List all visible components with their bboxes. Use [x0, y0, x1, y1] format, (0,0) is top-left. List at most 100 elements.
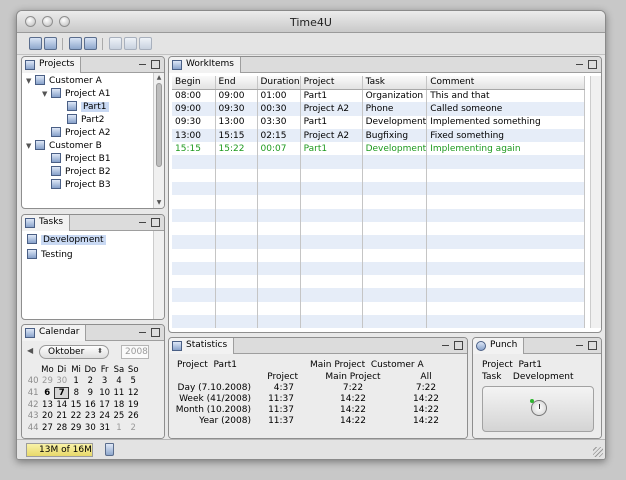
scroll-up-icon[interactable]: ▲: [155, 74, 163, 82]
calendar-day[interactable]: 29: [40, 376, 54, 388]
calendar-day[interactable]: 8: [69, 387, 83, 399]
tab-tasks[interactable]: Tasks: [22, 215, 71, 231]
column-header-task[interactable]: Task: [362, 76, 428, 90]
tree-item-project-a1[interactable]: ▼ Project A1: [42, 88, 111, 101]
calendar-day[interactable]: 16: [83, 399, 97, 411]
task-item-testing[interactable]: Testing: [27, 249, 73, 262]
calendar-day[interactable]: 6: [40, 387, 54, 399]
calendar-day[interactable]: 11: [112, 387, 126, 399]
minimize-panel-icon[interactable]: [441, 341, 450, 350]
new-task-icon[interactable]: [69, 37, 82, 50]
table-row[interactable]: 15:15 15:22 00:07 Part1 Development Implement…: [172, 142, 585, 156]
calendar-day[interactable]: 20: [40, 410, 54, 422]
calendar-day[interactable]: 2: [83, 376, 97, 388]
calendar-day[interactable]: 25: [112, 410, 126, 422]
calendar-day[interactable]: 19: [126, 399, 140, 411]
minimize-panel-icon[interactable]: [575, 60, 584, 69]
column-header-comment[interactable]: Comment: [426, 76, 585, 90]
punch-button[interactable]: [482, 386, 594, 432]
column-header-end[interactable]: End: [215, 76, 258, 90]
table-row[interactable]: 09:00 09:30 00:30 Project A2 Phone Called som…: [172, 102, 585, 116]
calendar-day[interactable]: 21: [55, 410, 69, 422]
calendar-day[interactable]: 23: [83, 410, 97, 422]
tab-calendar[interactable]: Calendar: [22, 325, 87, 341]
task-item-development[interactable]: Development: [27, 234, 106, 247]
projects-scrollbar[interactable]: ▲ ▼: [153, 73, 164, 208]
column-header-project[interactable]: Project: [300, 76, 363, 90]
new-workitem-icon[interactable]: [109, 37, 122, 50]
edit-workitem-icon[interactable]: [124, 37, 137, 50]
tree-item-part2[interactable]: Part2: [58, 114, 105, 127]
column-header-begin[interactable]: Begin: [172, 76, 216, 90]
calendar-day[interactable]: 14: [55, 399, 69, 411]
month-select[interactable]: Oktober ⬍: [39, 345, 109, 359]
calendar-day[interactable]: 31: [97, 422, 111, 434]
calendar-day[interactable]: 9: [83, 387, 97, 399]
calendar-day[interactable]: 12: [126, 387, 140, 399]
calendar-day[interactable]: 1: [112, 422, 126, 434]
garbage-collect-icon[interactable]: [105, 443, 114, 456]
calendar-day[interactable]: 4: [112, 376, 126, 388]
new-customer-icon[interactable]: [29, 37, 42, 50]
expand-triangle-icon[interactable]: ▼: [26, 142, 35, 150]
tree-item-part1[interactable]: Part1: [58, 101, 109, 114]
calendar-day[interactable]: 18: [112, 399, 126, 411]
calendar-day[interactable]: 22: [69, 410, 83, 422]
calendar-day[interactable]: 5: [126, 376, 140, 388]
maximize-panel-icon[interactable]: [151, 218, 160, 227]
tree-item-project-a2[interactable]: Project A2: [42, 127, 111, 140]
calendar-day[interactable]: 24: [97, 410, 111, 422]
calendar-day[interactable]: 3: [97, 376, 111, 388]
scroll-down-icon[interactable]: ▼: [155, 199, 163, 207]
table-row[interactable]: 08:00 09:00 01:00 Part1 Organization This and…: [172, 89, 585, 103]
maximize-panel-icon[interactable]: [454, 341, 463, 350]
tree-item-customer-b[interactable]: ▼ Customer B: [26, 140, 102, 153]
calendar-day[interactable]: 26: [126, 410, 140, 422]
stat-row-label: Month (10.2008): [175, 405, 251, 415]
tree-item-project-b3[interactable]: Project B3: [42, 179, 111, 192]
delete-workitem-icon[interactable]: [139, 37, 152, 50]
calendar-day[interactable]: 30: [55, 376, 69, 388]
edit-task-icon[interactable]: [84, 37, 97, 50]
calendar-day-selected[interactable]: 7: [54, 386, 70, 400]
expand-triangle-icon[interactable]: ▼: [42, 90, 51, 98]
maximize-panel-icon[interactable]: [151, 60, 160, 69]
table-row[interactable]: 13:00 15:15 02:15 Project A2 Bugfixing Fixed …: [172, 128, 585, 143]
maximize-panel-icon[interactable]: [588, 60, 597, 69]
calendar-day[interactable]: 29: [69, 422, 83, 434]
minimize-panel-icon[interactable]: [575, 341, 584, 350]
tree-item-customer-a[interactable]: ▼ Customer A: [26, 75, 102, 88]
calendar-day[interactable]: 27: [40, 422, 54, 434]
tree-item-project-b2[interactable]: Project B2: [42, 166, 111, 179]
calendar-day[interactable]: 30: [83, 422, 97, 434]
tree-item-project-b1[interactable]: Project B1: [42, 153, 111, 166]
tab-projects[interactable]: Projects: [22, 57, 82, 73]
calendar-day[interactable]: 2: [126, 422, 140, 434]
tasks-scrollbar[interactable]: [153, 231, 164, 319]
minimize-panel-icon[interactable]: [138, 60, 147, 69]
minimize-panel-icon[interactable]: [138, 328, 147, 337]
calendar-day[interactable]: 15: [69, 399, 83, 411]
resize-grip[interactable]: [593, 447, 603, 457]
calendar-day[interactable]: 1: [69, 376, 83, 388]
calendar-day[interactable]: 13: [40, 399, 54, 411]
tab-punch[interactable]: Punch: [473, 338, 525, 354]
maximize-panel-icon[interactable]: [151, 328, 160, 337]
column-header-duration[interactable]: Duration: [257, 76, 301, 90]
calendar-day[interactable]: 10: [97, 387, 111, 399]
table-row[interactable]: 09:30 13:00 03:30 Part1 Development Implement…: [172, 115, 585, 129]
new-project-icon[interactable]: [44, 37, 57, 50]
stat-project-label: Project: [177, 360, 208, 370]
calendar-icon: [25, 328, 35, 338]
calendar-day[interactable]: 17: [97, 399, 111, 411]
maximize-panel-icon[interactable]: [588, 341, 597, 350]
previous-month-icon[interactable]: ◀: [27, 346, 33, 355]
year-field[interactable]: 2008: [121, 345, 149, 359]
tab-workitems[interactable]: WorkItems: [169, 57, 241, 73]
scroll-thumb[interactable]: [156, 83, 162, 167]
calendar-day[interactable]: 28: [55, 422, 69, 434]
expand-triangle-icon[interactable]: ▼: [26, 77, 35, 85]
minimize-panel-icon[interactable]: [138, 218, 147, 227]
workitems-scrollbar[interactable]: [590, 76, 601, 328]
tab-statistics[interactable]: Statistics: [169, 338, 235, 354]
